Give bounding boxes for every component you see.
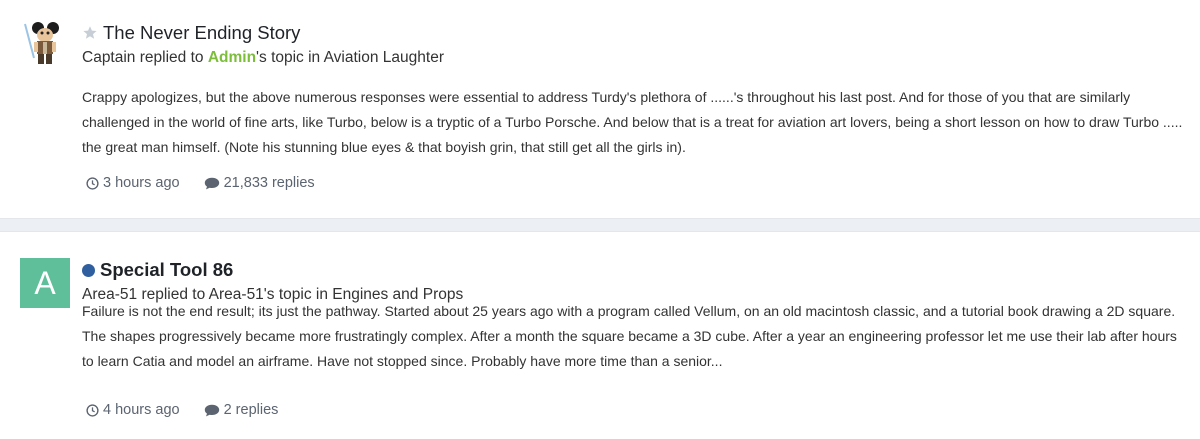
reply-count-text: 21,833 replies (223, 175, 315, 191)
avatar[interactable]: A (20, 258, 70, 308)
item-header: The Never Ending Story Captain replied t… (82, 22, 444, 69)
reply-count-text: 2 replies (223, 402, 279, 418)
avatar-image (20, 18, 70, 68)
activity-item: The Never Ending Story Captain replied t… (0, 0, 1200, 218)
reply-count: 2 replies (204, 402, 279, 418)
timestamp: 4 hours ago (86, 402, 180, 418)
author-link[interactable]: Captain (82, 49, 135, 66)
item-meta: 4 hours ago 2 replies (86, 402, 278, 418)
reply-count: 21,833 replies (204, 175, 315, 191)
comment-icon (204, 177, 219, 189)
title-row: The Never Ending Story (82, 22, 444, 44)
star-icon (82, 25, 98, 41)
activity-feed: The Never Ending Story Captain replied t… (0, 0, 1200, 439)
title-row: Special Tool 86 (82, 259, 463, 281)
item-subtitle: Captain replied to Admin's topic in Avia… (82, 47, 444, 69)
avatar-letter: A (34, 265, 56, 301)
timestamp-text[interactable]: 4 hours ago (103, 402, 180, 418)
topic-title[interactable]: The Never Ending Story (103, 22, 300, 44)
item-separator (0, 218, 1200, 232)
timestamp-text[interactable]: 3 hours ago (103, 175, 180, 191)
avatar[interactable] (20, 18, 70, 68)
post-excerpt: Failure is not the end result; its just … (82, 303, 1177, 369)
item-meta: 3 hours ago 21,833 replies (86, 175, 315, 191)
clock-icon (86, 403, 99, 417)
topic-context-text: 's topic in Aviation Laughter (256, 49, 444, 66)
replied-to-text: replied to (135, 49, 208, 66)
timestamp: 3 hours ago (86, 175, 180, 191)
unread-dot-icon (82, 263, 95, 277)
comment-icon (204, 404, 219, 416)
topic-title[interactable]: Special Tool 86 (100, 259, 233, 281)
clock-icon (86, 176, 99, 190)
activity-item: A Special Tool 86 Area-51 replied to Are… (0, 232, 1200, 439)
topic-owner-link[interactable]: Admin (208, 49, 256, 66)
post-excerpt: Crappy apologizes, but the above numerou… (82, 89, 1183, 155)
